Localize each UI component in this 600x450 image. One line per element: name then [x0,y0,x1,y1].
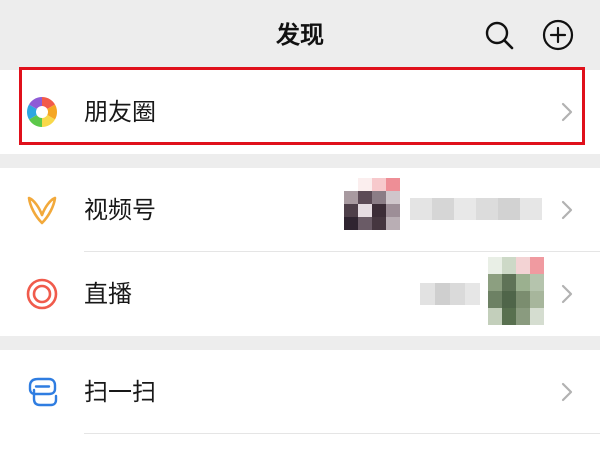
add-button[interactable] [541,18,575,52]
search-button[interactable] [482,18,516,52]
scan-group: 扫一扫 [0,350,600,450]
scan-row[interactable]: 扫一扫 [0,350,600,434]
channels-butterfly-icon [24,192,60,228]
blurred-text [410,198,542,220]
channels-label: 视频号 [84,196,156,224]
chevron-right-icon [561,200,573,220]
live-row[interactable]: 直播 [0,252,600,336]
top-bar: 发现 [0,0,600,70]
scan-label: 扫一扫 [84,378,156,406]
moments-label: 朋友圈 [84,98,156,126]
chevron-right-icon [561,102,573,122]
chevron-right-icon [561,284,573,304]
scan-icon [24,374,60,410]
blurred-avatar-thumbnail [488,257,544,325]
blurred-avatar-thumbnail [344,178,400,230]
channels-live-group: 视频号 直播 [0,168,600,336]
plus-circle-icon [542,19,574,51]
moments-row[interactable]: 朋友圈 [0,70,600,154]
live-label: 直播 [84,280,132,308]
moments-group: 朋友圈 [0,70,600,154]
live-ring-icon [24,276,60,312]
row-divider [84,433,600,434]
channels-row[interactable]: 视频号 [0,168,600,252]
blurred-text [420,283,480,305]
search-icon [485,21,514,50]
chevron-right-icon [561,382,573,402]
moments-aperture-icon [24,94,60,130]
